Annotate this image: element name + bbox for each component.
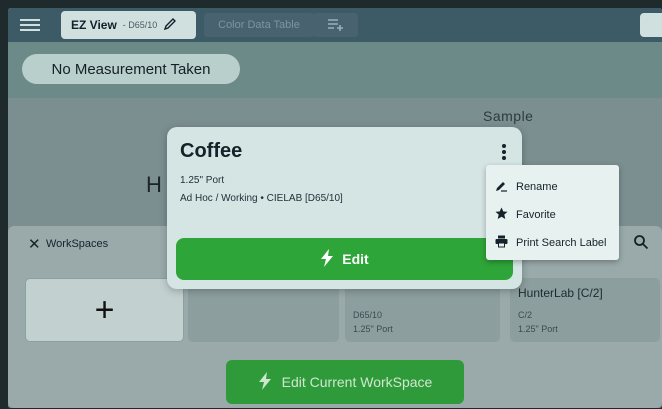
tab-color-data-table[interactable]: Color Data Table [204, 13, 314, 37]
star-icon [495, 207, 508, 223]
add-workspace-button[interactable]: + [25, 278, 184, 342]
sample-title: Coffee [180, 140, 243, 162]
playlist-add-icon[interactable] [313, 13, 358, 37]
edit-current-workspace-button[interactable]: Edit Current WorkSpace [226, 360, 464, 404]
menu-item-favorite-label: Favorite [516, 209, 556, 221]
printer-icon [495, 235, 508, 251]
workspaces-title: WorkSpaces [46, 238, 109, 250]
bolt-icon [258, 371, 272, 393]
workspace-card-line2: 1.25" Port [518, 324, 558, 334]
edit-button-label: Edit [342, 251, 369, 267]
workspace-card-title: HunterLab [C/2] [518, 286, 603, 300]
menu-item-rename-label: Rename [516, 181, 558, 193]
workspace-card-line2: 1.25" Port [353, 324, 393, 334]
rename-icon [495, 179, 508, 195]
pencil-icon[interactable] [163, 17, 177, 34]
background-letter: H [146, 172, 162, 197]
search-icon[interactable] [633, 234, 649, 250]
tab-ez-view-label: EZ View [71, 18, 117, 32]
workspace-card-line1: C/2 [518, 310, 533, 320]
app-window: EZ View - D65/10 Color Data Table No Mea… [8, 8, 662, 408]
sample-details-dialog: Coffee 1.25" Port Ad Hoc / Working • CIE… [167, 127, 522, 289]
tab-ez-view-sub: - D65/10 [122, 20, 158, 30]
workspace-card[interactable]: HunterLab [C/2] C/2 1.25" Port [510, 278, 660, 342]
menu-item-rename[interactable]: Rename [486, 175, 619, 199]
bolt-icon [320, 248, 334, 270]
sample-port: 1.25" Port [180, 175, 225, 186]
top-bar: EZ View - D65/10 Color Data Table [8, 8, 662, 42]
measurement-band: No Measurement Taken [8, 42, 662, 98]
edit-current-workspace-label: Edit Current WorkSpace [281, 374, 433, 390]
hamburger-menu-icon[interactable] [20, 19, 40, 31]
menu-item-favorite[interactable]: Favorite [486, 203, 619, 227]
sample-label: Sample [483, 108, 534, 124]
edit-button[interactable]: Edit [176, 238, 513, 280]
options-menu: Rename Favorite Print Search Label [486, 165, 619, 260]
topbar-right-button[interactable] [640, 13, 662, 37]
menu-item-print-search-label[interactable]: Print Search Label [486, 231, 619, 255]
close-icon[interactable]: ✕ [28, 235, 41, 253]
menu-item-print-label: Print Search Label [516, 237, 607, 249]
no-measurement-pill[interactable]: No Measurement Taken [22, 54, 240, 84]
tab-ez-view[interactable]: EZ View - D65/10 [61, 11, 196, 39]
more-options-icon[interactable] [502, 144, 506, 160]
sample-settings: Ad Hoc / Working • CIELAB [D65/10] [180, 193, 343, 204]
plus-icon: + [94, 290, 115, 329]
workspace-card-line1: D65/10 [353, 310, 383, 320]
